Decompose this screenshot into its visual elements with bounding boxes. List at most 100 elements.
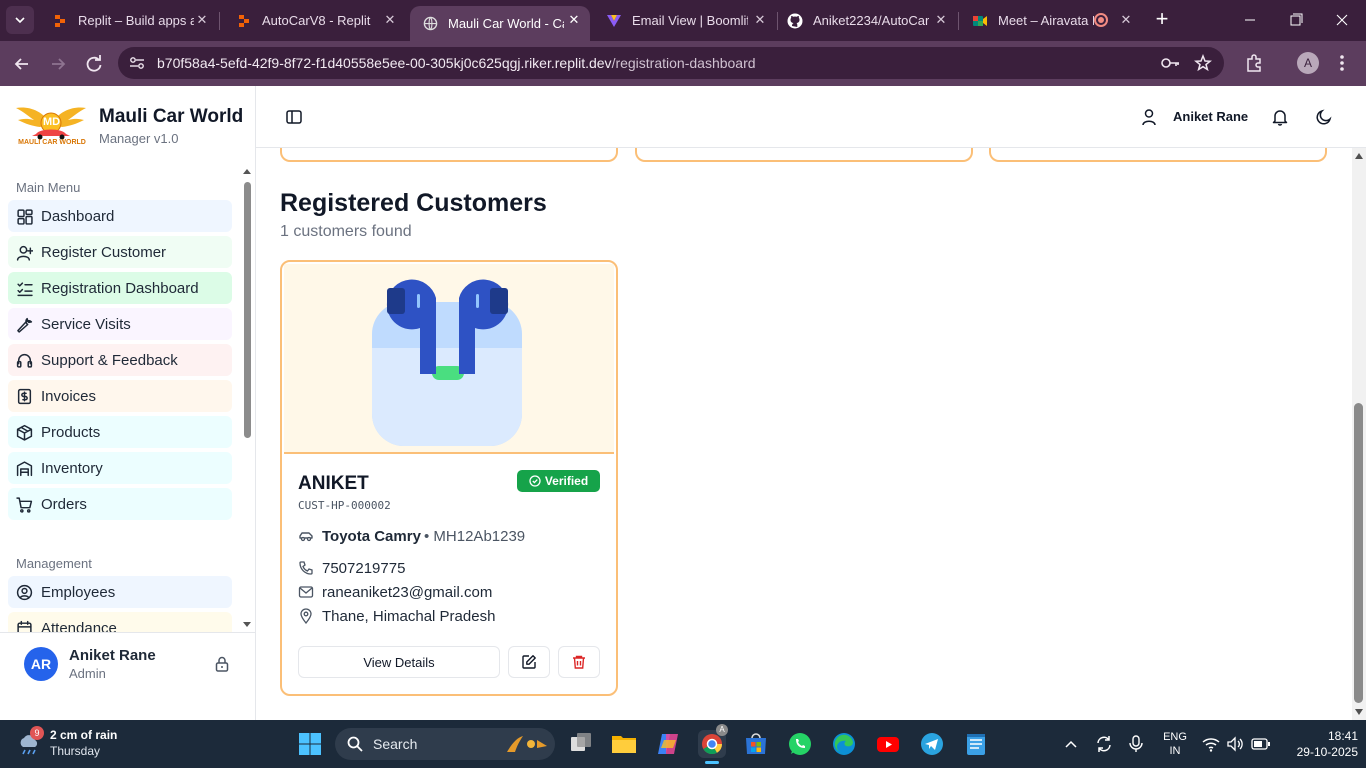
sidebar-item-products[interactable]: Products [8, 416, 232, 448]
car-icon [299, 532, 313, 542]
sidebar-item-dashboard[interactable]: Dashboard [8, 200, 232, 232]
tab-boomlify[interactable]: Email View | Boomlify ✕ [594, 0, 776, 41]
whatsapp-icon[interactable] [786, 730, 814, 758]
url-text: b70f58a4-5efd-42f9-8f72-f1d40558e5ee-00-… [157, 55, 756, 71]
password-key-icon[interactable] [1160, 55, 1180, 71]
trash-icon [573, 655, 585, 669]
avatar: AR [24, 647, 58, 681]
close-tab-icon[interactable]: ✕ [752, 12, 768, 28]
sync-icon[interactable] [1094, 734, 1114, 754]
logo-initials: MD [43, 116, 61, 128]
check-circle-icon [529, 475, 541, 487]
back-button[interactable] [10, 52, 34, 76]
edge-icon[interactable] [830, 730, 858, 758]
sidebar-item-employees[interactable]: Employees [8, 576, 232, 608]
tab-meet[interactable]: Meet – Airavata M ✕ [960, 0, 1142, 41]
view-details-button[interactable]: View Details [298, 646, 500, 678]
moon-icon[interactable] [1315, 108, 1333, 126]
notepad-icon[interactable] [962, 730, 990, 758]
arrow-left-icon [14, 58, 28, 70]
sidebar-item-label: Attendance [41, 619, 117, 633]
address-bar[interactable]: b70f58a4-5efd-42f9-8f72-f1d40558e5ee-00-… [118, 47, 1224, 79]
sidebar-item-support-feedback[interactable]: Support & Feedback [8, 344, 232, 376]
wifi-icon[interactable] [1202, 736, 1220, 752]
youtube-icon[interactable] [874, 730, 902, 758]
page-scrollbar[interactable] [1352, 148, 1366, 720]
minimize-button[interactable] [1236, 10, 1264, 30]
reload-button[interactable] [82, 52, 106, 76]
file-explorer-icon[interactable] [610, 730, 638, 758]
site-info-icon[interactable] [128, 55, 146, 71]
chrome-icon[interactable]: A [698, 724, 728, 764]
copilot-icon[interactable] [654, 730, 682, 758]
sidebar-item-attendance[interactable]: Attendance [8, 612, 232, 632]
bell-icon[interactable] [1271, 108, 1289, 126]
microsoft-store-icon[interactable] [742, 730, 770, 758]
taskbar-search[interactable]: Search [335, 728, 555, 760]
browser-menu-icon[interactable] [1334, 53, 1350, 73]
sidebar-item-label: Employees [41, 583, 116, 601]
restore-button[interactable] [1282, 10, 1310, 30]
extensions-icon[interactable] [1244, 53, 1264, 73]
tab-github[interactable]: Aniket2234/AutoCarV8 ✕ [775, 0, 957, 41]
sidebar-item-registration-dashboard[interactable]: Registration Dashboard [8, 272, 232, 304]
volume-icon[interactable] [1226, 736, 1244, 752]
brand-title: Mauli Car World [99, 106, 244, 127]
tab-mauli-car-world[interactable]: Mauli Car World - Car ✕ [410, 6, 590, 41]
profile-avatar[interactable]: A [1297, 52, 1319, 74]
customer-count: 1 customers found [280, 223, 412, 240]
sidebar-item-label: Orders [41, 495, 87, 513]
sidebar-item-label: Invoices [41, 387, 97, 405]
user-role: Admin [69, 666, 106, 681]
arrow-right-icon [52, 58, 66, 70]
edit-button[interactable] [508, 646, 550, 678]
weather-widget[interactable]: 9 2 cm of rain Thursday [14, 726, 124, 762]
telegram-icon[interactable] [918, 730, 946, 758]
close-tab-icon[interactable]: ✕ [566, 12, 582, 28]
close-tab-icon[interactable]: ✕ [933, 12, 949, 28]
delete-button[interactable] [558, 646, 600, 678]
sidebar-item-invoices[interactable]: Invoices [8, 380, 232, 412]
microphone-icon[interactable] [1128, 734, 1144, 754]
clock[interactable]: 18:41 29-10-2025 [1282, 728, 1358, 760]
close-window-button[interactable] [1328, 10, 1356, 30]
customer-card: ANIKET Verified CUST-HP-000002 Toyota Ca… [280, 260, 618, 696]
sidebar-item-label: Inventory [41, 459, 103, 477]
sidebar-scrollbar[interactable] [241, 166, 253, 634]
app-header: Aniket Rane [256, 86, 1366, 148]
tab-autocar-replit[interactable]: AutoCarV8 - Replit ✕ [224, 0, 406, 41]
earbuds-illustration-icon [372, 279, 522, 446]
sidebar-scroll-area[interactable]: Main Menu Dashboard Register Customer Regi… [0, 172, 256, 632]
tab-search-button[interactable] [6, 6, 34, 34]
sidebar-toggle-icon[interactable] [285, 108, 303, 126]
close-tab-icon[interactable]: ✕ [194, 12, 210, 28]
wrench-icon [17, 317, 33, 333]
new-tab-button[interactable]: + [1150, 8, 1174, 32]
task-view-icon[interactable] [567, 730, 595, 758]
customer-email: raneaniket23@gmail.com [322, 584, 493, 601]
mail-icon [298, 586, 314, 598]
sidebar-item-service-visits[interactable]: Service Visits [8, 308, 232, 340]
chevron-down-icon [15, 17, 25, 24]
sidebar-item-inventory[interactable]: Inventory [8, 452, 232, 484]
clock-time: 18:41 [1327, 729, 1358, 743]
start-button[interactable] [298, 732, 322, 756]
lock-icon[interactable] [213, 655, 231, 673]
close-tab-icon[interactable]: ✕ [382, 12, 398, 28]
battery-icon[interactable] [1251, 738, 1271, 750]
header-user-name[interactable]: Aniket Rane [1173, 109, 1248, 124]
bookmark-star-icon[interactable] [1194, 54, 1212, 72]
globe-icon [422, 16, 438, 32]
tab-replit-build[interactable]: Replit – Build apps and ✕ [40, 0, 218, 41]
close-tab-icon[interactable]: ✕ [1118, 12, 1134, 28]
sidebar-item-label: Registration Dashboard [41, 279, 199, 297]
search-icon [347, 736, 363, 752]
show-hidden-icons[interactable] [1063, 736, 1079, 752]
page-title: Registered Customers [280, 189, 547, 217]
weather-line2: Thursday [50, 744, 101, 758]
forward-button[interactable] [46, 52, 70, 76]
browser-toolbar: b70f58a4-5efd-42f9-8f72-f1d40558e5ee-00-… [0, 41, 1366, 86]
sidebar-item-register-customer[interactable]: Register Customer [8, 236, 232, 268]
sidebar-item-orders[interactable]: Orders [8, 488, 232, 520]
language-indicator[interactable]: ENG IN [1160, 730, 1190, 760]
